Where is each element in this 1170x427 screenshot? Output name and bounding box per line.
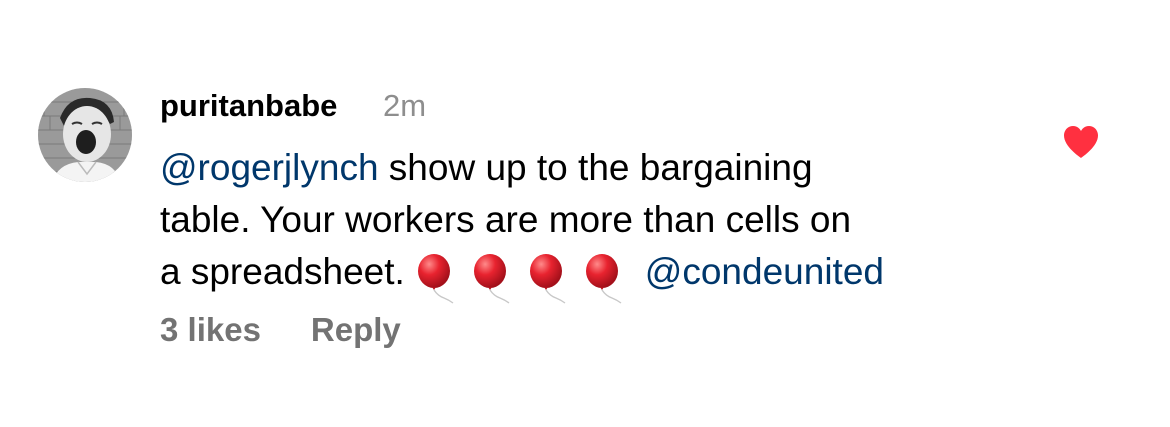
comment-username[interactable]: puritanbabe bbox=[160, 86, 337, 126]
comment-line-3: a spreadsheet. @condeunited bbox=[160, 246, 1000, 306]
emoji-group bbox=[415, 254, 627, 306]
likes-count[interactable]: 3 likes bbox=[160, 311, 261, 348]
comment-actions: 3 likes Reply bbox=[160, 310, 401, 350]
heart-icon[interactable] bbox=[1062, 124, 1100, 160]
comment-timestamp: 2m bbox=[383, 88, 427, 123]
comment-line-2: table. Your workers are more than cells … bbox=[160, 199, 852, 240]
balloon-icon bbox=[471, 254, 515, 304]
mention-link-condeunited[interactable]: @condeunited bbox=[645, 251, 884, 292]
balloon-icon bbox=[583, 254, 627, 304]
balloon-icon bbox=[415, 254, 459, 304]
balloon-icon bbox=[527, 254, 571, 304]
comment-item: puritanbabe 2m @rogerjlynch show up to t… bbox=[0, 0, 1170, 427]
comment-line-1: @rogerjlynch show up to the bargaining bbox=[160, 142, 1000, 194]
comment-text: @rogerjlynch show up to the bargaining t… bbox=[160, 142, 1000, 306]
comment-text-fragment: show up to the bargaining bbox=[378, 147, 813, 188]
avatar-photo bbox=[38, 88, 132, 182]
avatar[interactable] bbox=[38, 88, 132, 182]
reply-button[interactable]: Reply bbox=[311, 311, 401, 348]
mention-link-rogerjlynch[interactable]: @rogerjlynch bbox=[160, 147, 379, 188]
comment-text-fragment: a spreadsheet. bbox=[160, 251, 405, 292]
